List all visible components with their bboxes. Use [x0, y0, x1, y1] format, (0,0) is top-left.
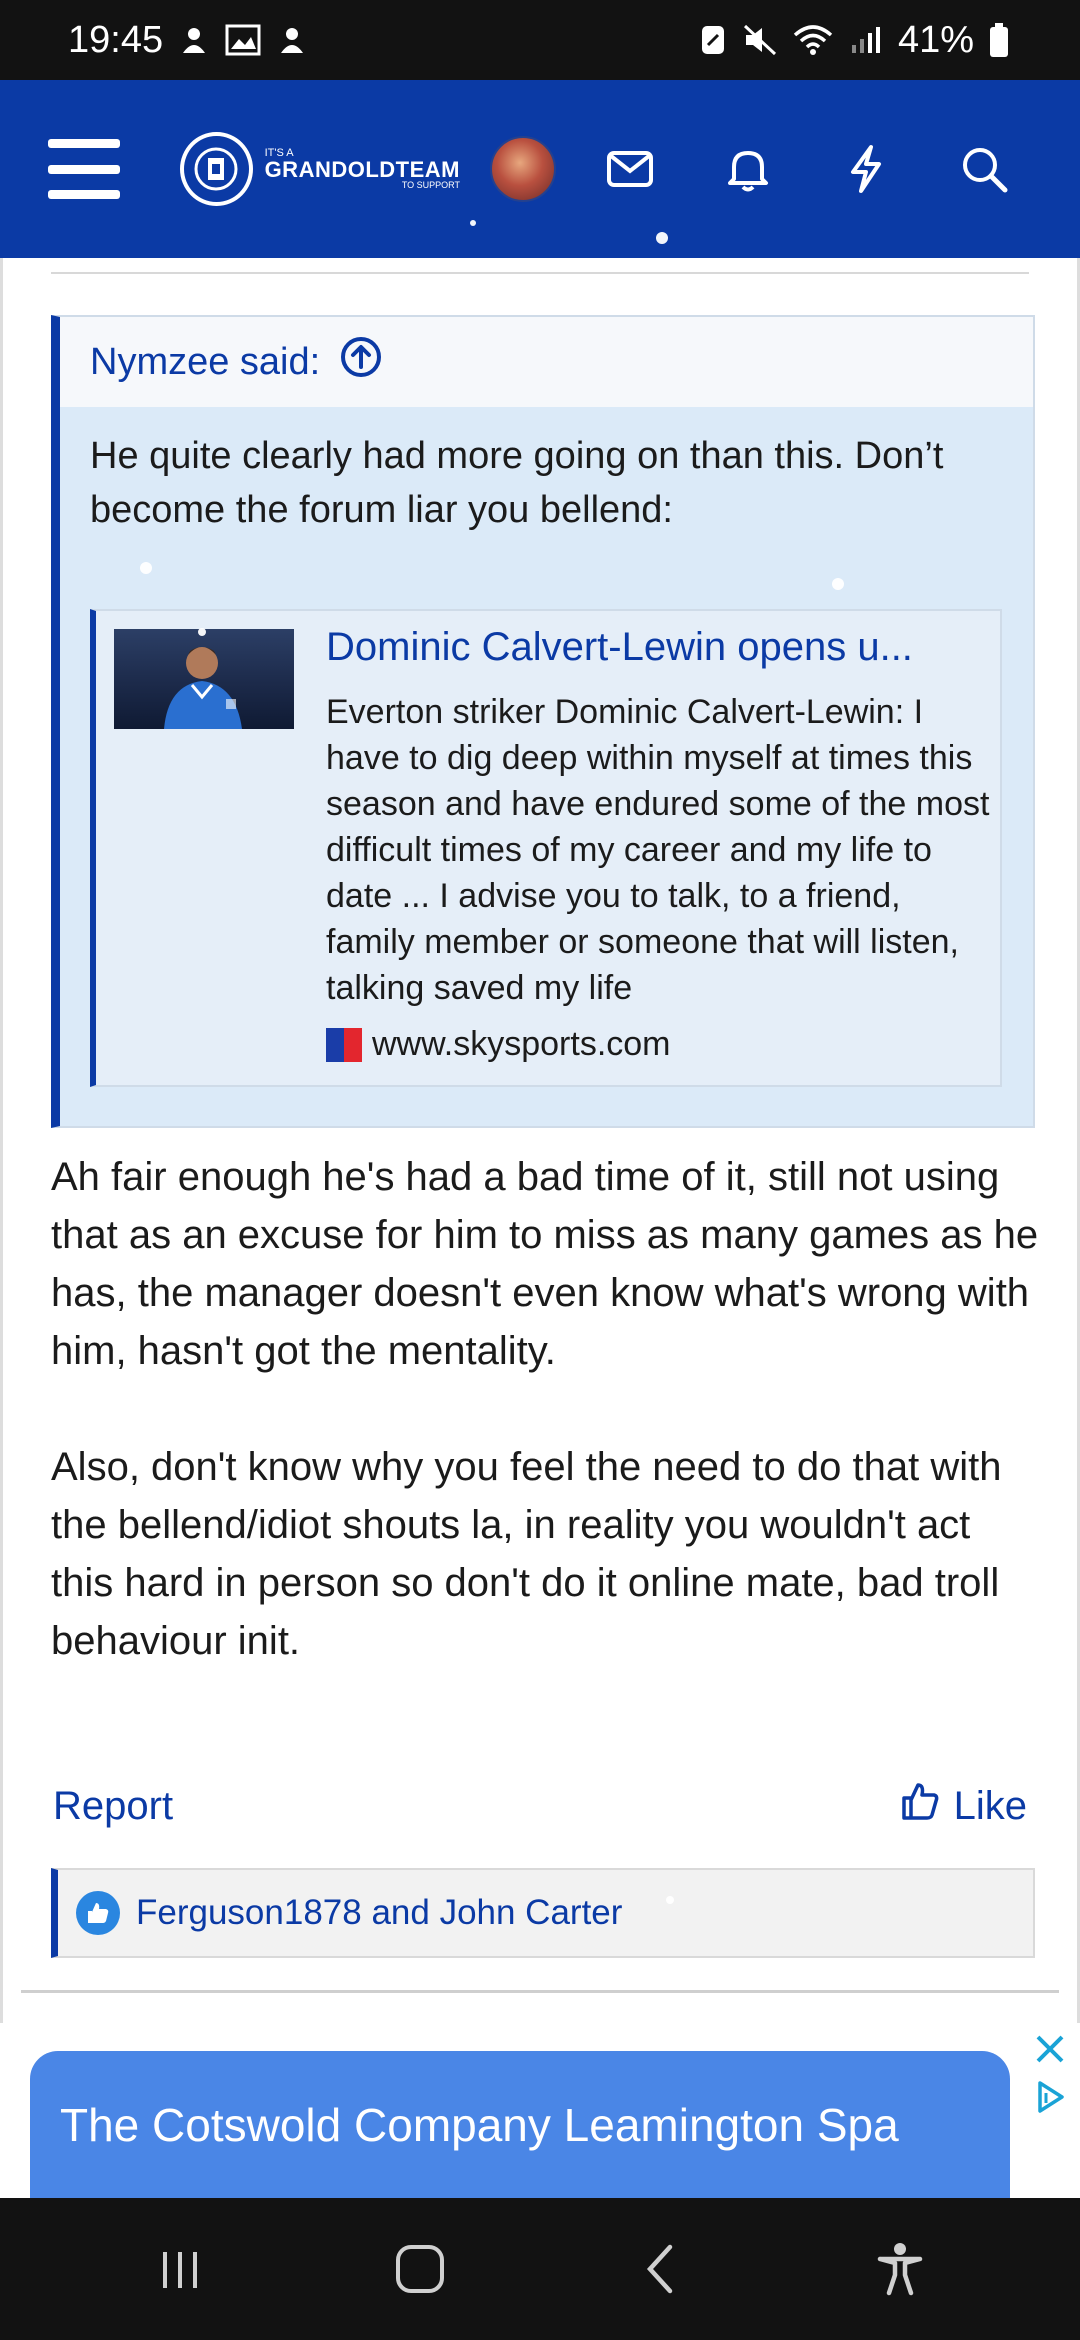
nfc-icon [698, 23, 728, 57]
system-nav-bar [0, 2198, 1080, 2340]
quote-block: Nymzee said: He quite clearly had more g… [51, 315, 1035, 1128]
close-icon[interactable] [1030, 2029, 1070, 2069]
ad-button[interactable]: The Cotswold Company Leamington Spa [30, 2051, 1010, 2198]
link-embed[interactable]: Dominic Calvert-Lewin opens u... Everton… [90, 609, 1002, 1087]
embed-title[interactable]: Dominic Calvert-Lewin opens u... [326, 625, 996, 670]
logo-brand: GRANDOLDTEAM [264, 157, 460, 182]
embed-thumbnail[interactable] [114, 629, 294, 729]
signal-icon [848, 23, 884, 57]
embed-source[interactable]: www.skysports.com [326, 1025, 671, 1064]
user-avatar[interactable] [490, 136, 556, 202]
battery-percent: 41% [897, 18, 974, 61]
report-button[interactable]: Report [53, 1784, 173, 1829]
thumbs-up-icon [900, 1781, 940, 1831]
app-header: IT'S A GRANDOLDTEAM TO SUPPORT [0, 80, 1080, 258]
ad-banner[interactable]: The Cotswold Company Leamington Spa [0, 2023, 1080, 2198]
quote-author[interactable]: Nymzee said: [90, 341, 320, 384]
embed-description: Everton striker Dominic Calvert-Lewin: I… [326, 693, 990, 1007]
menu-icon[interactable] [48, 139, 120, 199]
crest-icon [180, 132, 253, 206]
skysports-favicon-icon [326, 1027, 362, 1062]
like-label[interactable]: Like [954, 1784, 1027, 1829]
accessibility-icon[interactable] [860, 2229, 940, 2309]
adchoices-icon[interactable] [1030, 2077, 1070, 2117]
notification-icon [275, 23, 309, 57]
post-body: Ah fair enough he's had a bad time of it… [51, 1148, 1041, 1728]
quote-header[interactable]: Nymzee said: [60, 317, 1033, 407]
logo-tagline: TO SUPPORT [401, 180, 460, 190]
like-button[interactable]: Like [900, 1781, 1027, 1831]
bell-icon[interactable] [718, 139, 778, 199]
recent-apps-icon[interactable] [140, 2229, 220, 2309]
like-reaction-icon [76, 1891, 120, 1935]
post-paragraph: Ah fair enough he's had a bad time of it… [51, 1155, 1039, 1373]
snowflake-decoration [198, 628, 206, 636]
reactions-bar[interactable]: Ferguson1878 and John Carter [51, 1868, 1035, 1958]
status-bar: 19:45 41% [0, 0, 1080, 80]
quote-text: He quite clearly had more going on than … [90, 435, 944, 531]
status-time: 19:45 [68, 18, 164, 61]
image-notification-icon [225, 23, 261, 57]
post-divider [21, 1990, 1059, 1993]
wifi-icon [792, 23, 834, 57]
mute-icon [742, 23, 778, 57]
lightning-icon[interactable] [836, 139, 896, 199]
post-actions: Report Like [53, 1766, 1027, 1846]
snowflake-decoration [832, 578, 844, 590]
back-icon[interactable] [620, 2229, 700, 2309]
snowflake-decoration [140, 562, 152, 574]
snowflake-decoration [876, 1358, 884, 1366]
thread-content: Nymzee said: He quite clearly had more g… [0, 258, 1080, 2023]
snowflake-decoration [666, 1896, 674, 1904]
notification-icon [177, 23, 211, 57]
snowflake-decoration [470, 220, 476, 226]
post-paragraph: Also, don't know why you feel the need t… [51, 1445, 1002, 1663]
search-icon[interactable] [954, 139, 1014, 199]
arrow-up-circle-icon[interactable] [340, 336, 382, 388]
site-logo[interactable]: IT'S A GRANDOLDTEAM TO SUPPORT [180, 132, 460, 206]
reactions-text[interactable]: Ferguson1878 and John Carter [136, 1893, 622, 1933]
home-icon[interactable] [380, 2229, 460, 2309]
battery-icon [988, 22, 1010, 58]
embed-source-url[interactable]: www.skysports.com [372, 1025, 671, 1064]
mail-icon[interactable] [600, 139, 660, 199]
previous-post-meta [51, 258, 1029, 274]
snowflake-decoration [656, 232, 668, 244]
